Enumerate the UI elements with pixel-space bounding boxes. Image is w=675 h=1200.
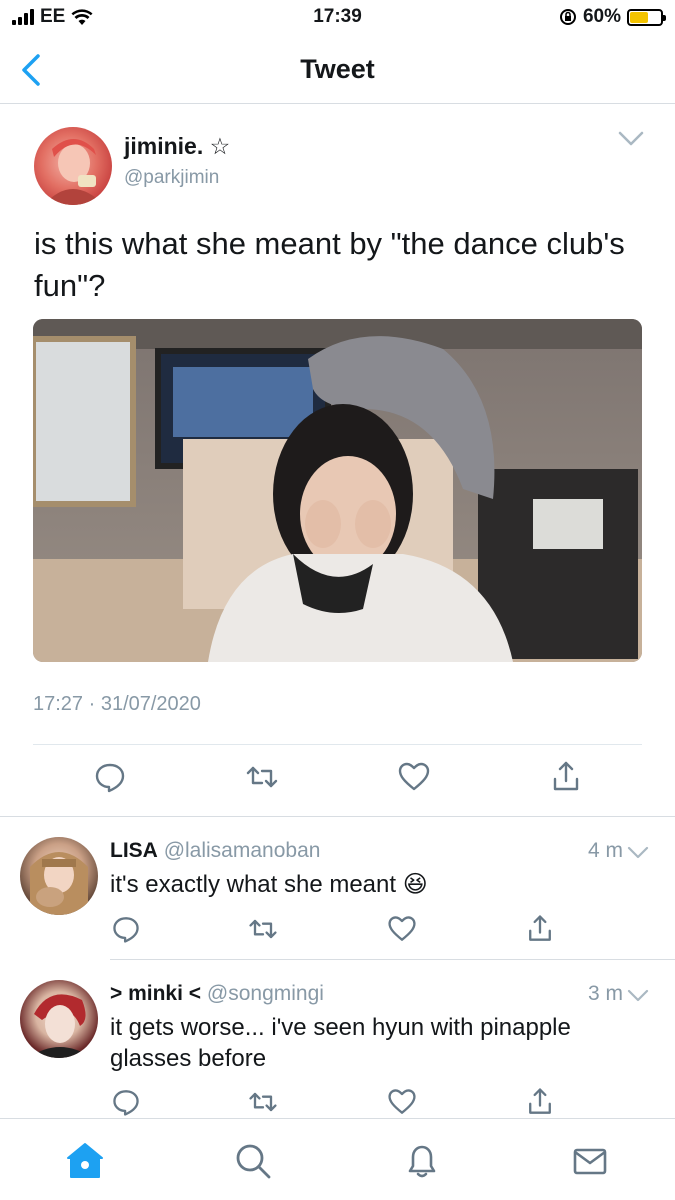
battery-icon bbox=[627, 8, 666, 26]
reply-header: > minki < @songmingi bbox=[110, 982, 324, 1006]
status-bar: EE 17:39 60% bbox=[0, 0, 675, 36]
tweet-timestamp: 17:27 · 31/07/2020 bbox=[33, 693, 201, 715]
avatar[interactable] bbox=[34, 127, 112, 205]
tab-bar bbox=[0, 1118, 675, 1200]
page-title: Tweet bbox=[300, 54, 375, 84]
status-right: 60% bbox=[559, 6, 666, 28]
retweet-icon[interactable] bbox=[247, 1086, 279, 1118]
reply-time: 4 m bbox=[587, 839, 623, 862]
tweet-text: is this what she meant by "the dance clu… bbox=[34, 226, 625, 303]
like-icon[interactable] bbox=[386, 1086, 418, 1118]
avatar[interactable] bbox=[20, 837, 98, 915]
reply-icon[interactable] bbox=[110, 913, 142, 945]
battery-percent: 60% bbox=[582, 6, 621, 27]
retweet-icon[interactable] bbox=[244, 759, 280, 795]
reply-author-name[interactable]: LISA bbox=[110, 839, 158, 862]
retweet-icon[interactable] bbox=[247, 913, 279, 945]
author-name[interactable]: jiminie. ☆ bbox=[124, 133, 230, 160]
reply-icon[interactable] bbox=[110, 1086, 142, 1118]
author-handle[interactable]: @parkjimin bbox=[124, 167, 219, 189]
reply-item[interactable]: > minki < @songmingi 3 m it gets worse..… bbox=[0, 960, 675, 1118]
like-icon[interactable] bbox=[396, 759, 432, 795]
reply-author-handle[interactable]: @songmingi bbox=[207, 982, 324, 1005]
reply-header: LISA @lalisamanoban bbox=[110, 839, 320, 863]
orientation-lock-icon bbox=[559, 9, 576, 25]
messages-icon[interactable] bbox=[570, 1141, 610, 1181]
tweet-image[interactable] bbox=[33, 319, 642, 662]
avatar[interactable] bbox=[20, 980, 98, 1058]
chevron-down-icon[interactable] bbox=[627, 988, 649, 1004]
nav-bar: Tweet bbox=[0, 40, 675, 104]
divider bbox=[33, 744, 642, 745]
like-icon[interactable] bbox=[386, 913, 418, 945]
share-icon[interactable] bbox=[548, 759, 584, 795]
notifications-icon[interactable] bbox=[402, 1141, 442, 1181]
share-icon[interactable] bbox=[524, 913, 556, 945]
star-icon: ☆ bbox=[209, 134, 231, 160]
chevron-down-icon[interactable] bbox=[627, 845, 649, 861]
reply-author-name[interactable]: > minki < bbox=[110, 982, 201, 1005]
chevron-down-icon[interactable] bbox=[617, 129, 645, 149]
search-icon[interactable] bbox=[233, 1141, 273, 1181]
reply-item[interactable]: LISA @lalisamanoban 4 m it's exactly wha… bbox=[0, 817, 675, 959]
reply-time: 3 m bbox=[587, 982, 623, 1005]
reply-author-handle[interactable]: @lalisamanoban bbox=[164, 839, 321, 862]
reply-text: it's exactly what she meant 😆 bbox=[110, 871, 428, 898]
share-icon[interactable] bbox=[524, 1086, 556, 1118]
reply-text: it gets worse... i've seen hyun with pin… bbox=[110, 1014, 571, 1072]
home-icon[interactable] bbox=[65, 1141, 105, 1181]
tweet-actions bbox=[0, 759, 675, 809]
reply-icon[interactable] bbox=[92, 759, 128, 795]
